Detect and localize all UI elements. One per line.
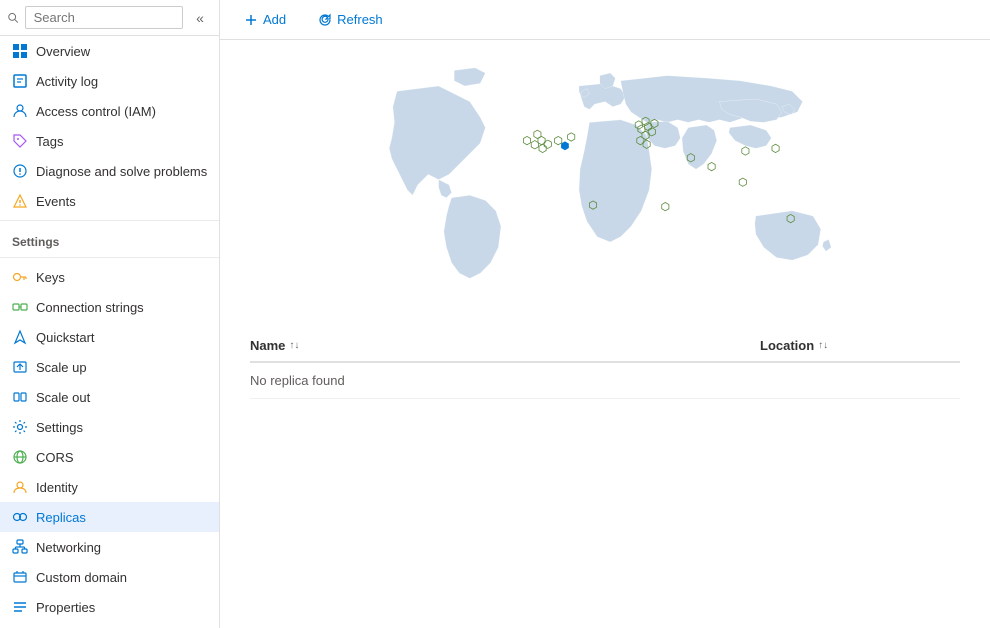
sidebar-item-events[interactable]: Events: [0, 186, 219, 216]
sidebar-item-properties[interactable]: Properties: [0, 592, 219, 622]
search-icon: [8, 11, 19, 25]
toolbar: Add Refresh: [220, 0, 990, 40]
sidebar-item-tags-label: Tags: [36, 134, 63, 149]
table-area: Name ↑↓ Location ↑↓ No replica found: [220, 330, 990, 399]
sidebar-item-diagnose[interactable]: Diagnose and solve problems: [0, 156, 219, 186]
diagnose-icon: [12, 163, 28, 179]
settings-divider2: [0, 257, 219, 258]
networking-icon: [12, 539, 28, 555]
sidebar-item-properties-label: Properties: [36, 600, 95, 615]
sidebar-item-events-label: Events: [36, 194, 76, 209]
sidebar-item-connection-strings[interactable]: Connection strings: [0, 292, 219, 322]
no-replica-message: No replica found: [250, 373, 345, 388]
sidebar-item-activity-label: Activity log: [36, 74, 98, 89]
world-map-svg: [250, 60, 960, 320]
tags-icon: [12, 133, 28, 149]
sidebar-item-scale-out[interactable]: Scale out: [0, 382, 219, 412]
sidebar-item-iam[interactable]: Access control (IAM): [0, 96, 219, 126]
sidebar-item-replicas[interactable]: Replicas: [0, 502, 219, 532]
sidebar-item-identity[interactable]: Identity: [0, 472, 219, 502]
identity-icon: [12, 479, 28, 495]
map-container: [220, 40, 990, 330]
sidebar-item-keys-label: Keys: [36, 270, 65, 285]
scaleout-icon: [12, 389, 28, 405]
sidebar-item-activity-log[interactable]: Activity log: [0, 66, 219, 96]
sidebar-item-settings[interactable]: Settings: [0, 412, 219, 442]
sidebar-item-cors-label: CORS: [36, 450, 74, 465]
properties-icon: [12, 599, 28, 615]
empty-message-row: No replica found: [250, 363, 960, 399]
sidebar-item-quickstart-label: Quickstart: [36, 330, 95, 345]
sidebar-item-scaleout-label: Scale out: [36, 390, 90, 405]
sidebar-item-iam-label: Access control (IAM): [36, 104, 156, 119]
quickstart-icon: [12, 329, 28, 345]
add-icon: [244, 13, 258, 27]
activity-icon: [12, 73, 28, 89]
overview-icon: [12, 43, 28, 59]
world-map: [250, 60, 960, 320]
settings-icon: [12, 419, 28, 435]
sidebar-item-cors[interactable]: CORS: [0, 442, 219, 472]
location-sort-icon: ↑↓: [818, 340, 828, 351]
scaleup-icon: [12, 359, 28, 375]
refresh-button[interactable]: Refresh: [310, 8, 391, 31]
sidebar-search-area: «: [0, 0, 219, 36]
sidebar-item-scaleup-label: Scale up: [36, 360, 87, 375]
sidebar-item-conn-label: Connection strings: [36, 300, 144, 315]
connection-icon: [12, 299, 28, 315]
sidebar: « Overview Activity log Access control (…: [0, 0, 220, 628]
sidebar-item-overview-label: Overview: [36, 44, 90, 59]
name-sort-icon: ↑↓: [289, 340, 299, 351]
sidebar-item-overview[interactable]: Overview: [0, 36, 219, 66]
iam-icon: [12, 103, 28, 119]
keys-icon: [12, 269, 28, 285]
collapse-sidebar-button[interactable]: «: [189, 7, 211, 29]
sidebar-item-keys[interactable]: Keys: [0, 262, 219, 292]
sidebar-item-scale-up[interactable]: Scale up: [0, 352, 219, 382]
events-icon: [12, 193, 28, 209]
settings-section-label: Settings: [0, 225, 219, 253]
column-location-header[interactable]: Location ↑↓: [760, 338, 960, 353]
col-name-label: Name: [250, 338, 285, 353]
sidebar-item-identity-label: Identity: [36, 480, 78, 495]
refresh-icon: [318, 13, 332, 27]
sidebar-item-domain-label: Custom domain: [36, 570, 127, 585]
sidebar-item-locks[interactable]: Locks: [0, 622, 219, 628]
sidebar-item-networking[interactable]: Networking: [0, 532, 219, 562]
sidebar-item-custom-domain[interactable]: Custom domain: [0, 562, 219, 592]
add-button[interactable]: Add: [236, 8, 294, 31]
sidebar-item-quickstart[interactable]: Quickstart: [0, 322, 219, 352]
sidebar-item-replicas-label: Replicas: [36, 510, 86, 525]
sidebar-item-diagnose-label: Diagnose and solve problems: [36, 164, 207, 179]
column-name-header[interactable]: Name ↑↓: [250, 338, 760, 353]
sidebar-item-settings-label: Settings: [36, 420, 83, 435]
sidebar-item-tags[interactable]: Tags: [0, 126, 219, 156]
table-header: Name ↑↓ Location ↑↓: [250, 330, 960, 363]
col-location-label: Location: [760, 338, 814, 353]
main-content: Add Refresh: [220, 0, 990, 628]
content-area: Name ↑↓ Location ↑↓ No replica found: [220, 40, 990, 628]
search-input[interactable]: [25, 6, 183, 29]
domain-icon: [12, 569, 28, 585]
replicas-icon: [12, 509, 28, 525]
sidebar-item-networking-label: Networking: [36, 540, 101, 555]
cors-icon: [12, 449, 28, 465]
sidebar-scroll: Overview Activity log Access control (IA…: [0, 36, 219, 628]
settings-divider: [0, 220, 219, 221]
